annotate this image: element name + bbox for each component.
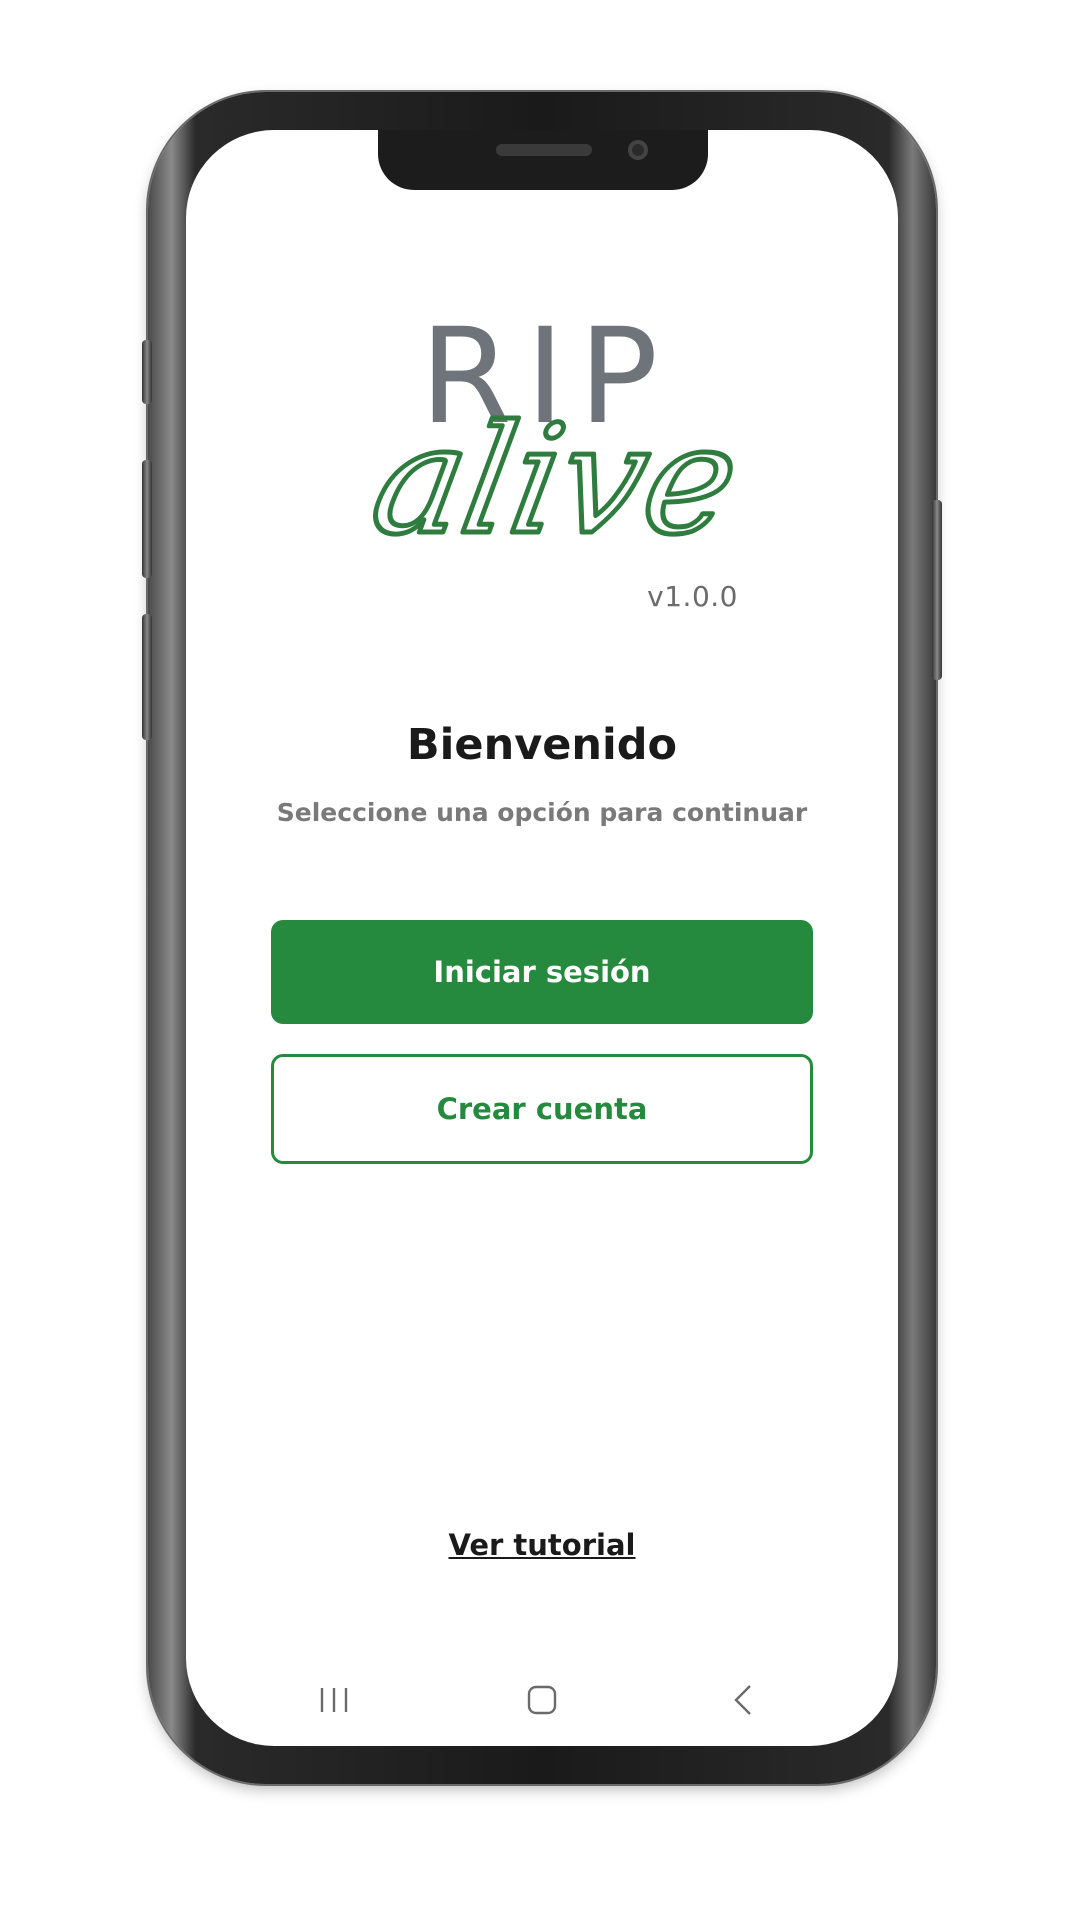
front-camera-icon bbox=[628, 140, 648, 160]
logo-alive-script: alive bbox=[361, 393, 746, 568]
create-account-button-label: Crear cuenta bbox=[436, 1092, 648, 1126]
app-version: v1.0.0 bbox=[647, 580, 738, 613]
tutorial-link[interactable]: Ver tutorial bbox=[186, 1528, 898, 1562]
rip-alive-logo: RIP alive bbox=[358, 320, 746, 570]
login-button-label: Iniciar sesión bbox=[433, 955, 651, 989]
notch bbox=[378, 130, 708, 190]
volume-up-button bbox=[142, 460, 152, 578]
volume-down-button bbox=[142, 614, 152, 740]
back-icon[interactable] bbox=[714, 1670, 774, 1730]
welcome-title: Bienvenido bbox=[406, 720, 678, 770]
welcome-subtitle: Seleccione una opción para continuar bbox=[276, 798, 808, 827]
silent-switch bbox=[142, 340, 152, 404]
home-icon[interactable] bbox=[512, 1670, 572, 1730]
device-mockup: RIP alive v1.0.0 Bienvenido Seleccione u… bbox=[0, 0, 1080, 1920]
recent-apps-icon[interactable] bbox=[304, 1670, 364, 1730]
login-button[interactable]: Iniciar sesión bbox=[271, 920, 813, 1024]
app-screen: RIP alive v1.0.0 Bienvenido Seleccione u… bbox=[186, 130, 898, 1746]
speaker-grille bbox=[496, 144, 592, 156]
android-navigation-bar bbox=[186, 1670, 898, 1730]
power-button bbox=[932, 500, 942, 680]
create-account-button[interactable]: Crear cuenta bbox=[271, 1054, 813, 1164]
